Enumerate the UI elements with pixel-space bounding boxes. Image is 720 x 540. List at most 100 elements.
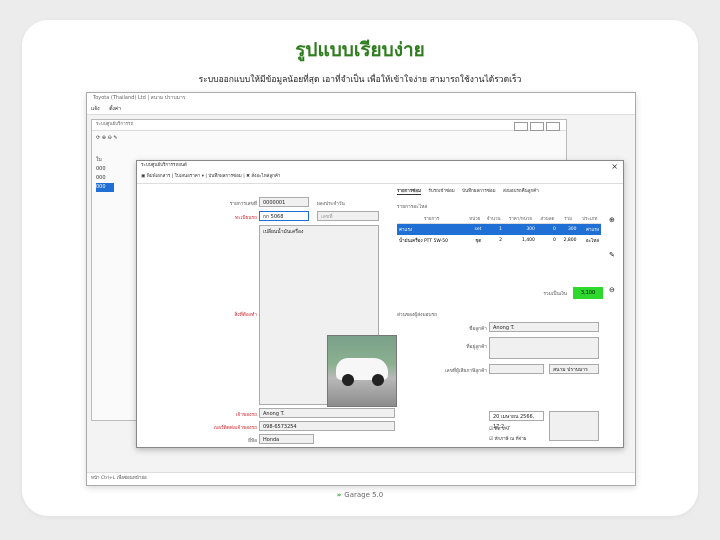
phone-field[interactable]: 098-6573254 xyxy=(259,421,395,431)
tab-delivery[interactable]: ส่งมอบรถคืนลูกค้า xyxy=(503,189,539,194)
car-wheel xyxy=(342,374,354,386)
brand-footer: » Garage 5.0 xyxy=(0,491,720,499)
inner-title: ระบบศูนย์บริการรถ xyxy=(92,120,566,131)
table-cell: ค่าแรง xyxy=(578,223,601,235)
inner-toolbar: ⟳ ⊕ ⊖ ✎ xyxy=(92,131,566,145)
repair-label: สิ่งที่ต้องทำ xyxy=(234,313,257,318)
close-window-button[interactable] xyxy=(546,122,560,131)
dialog-title: ระบบศูนย์บริการรถยนต์ xyxy=(141,163,187,168)
owner-section-label: ส่วนของผู้ส่งมอบรถ xyxy=(397,313,438,318)
plate-field[interactable]: กก 5068 xyxy=(259,211,309,221)
table-cell: อะไหล่ xyxy=(585,239,599,244)
customer-field[interactable]: Anong T. xyxy=(259,408,395,418)
edit-row-icon[interactable]: ✎ xyxy=(609,251,615,259)
minimize-button[interactable] xyxy=(514,122,528,131)
record-result-button[interactable]: บันทึกผลการซ่อม xyxy=(208,174,241,179)
brand-field[interactable]: Honda xyxy=(259,434,314,444)
edit-icon[interactable]: ✎ xyxy=(113,135,117,141)
close-icon[interactable]: × xyxy=(611,162,618,171)
vat-label: คิด VAT xyxy=(494,427,511,432)
withholding-checkbox[interactable]: ☑ หักภาษี ณ ที่จ่าย xyxy=(489,435,526,442)
type-select[interactable]: เลขที่ xyxy=(317,211,379,221)
parts-table: รายการ หน่วย จำนวน ราคา/หน่วย ส่วนลด รวม… xyxy=(397,213,601,246)
page-subtitle: ระบบออกแบบให้มีข้อมูลน้อยที่สุด เอาที่จำ… xyxy=(198,75,522,85)
tax-field[interactable] xyxy=(489,364,544,374)
window-controls xyxy=(512,122,560,133)
total-label: รวมเป็นเงิน xyxy=(543,292,567,297)
note-field[interactable] xyxy=(549,411,599,441)
table-cell: 0 xyxy=(552,238,556,243)
window-title: Toyota (Thailand) Ltd | สนาม ปราบมาร xyxy=(87,93,635,104)
table-cell: ค่าแรง xyxy=(397,223,467,235)
table-cell: ชุด xyxy=(475,239,482,244)
column-header[interactable]: รวม xyxy=(557,213,579,224)
address-field[interactable] xyxy=(489,337,599,359)
phone-label: เบอร์ติดต่อเจ้าของรถ xyxy=(213,426,258,431)
job-no-label: รายการเลขที่ xyxy=(229,202,257,207)
column-header[interactable]: หน่วย xyxy=(466,213,484,224)
list-item[interactable]: 000 xyxy=(96,174,114,183)
job-no-field[interactable]: 0000001 xyxy=(259,197,309,207)
list-item-selected[interactable]: 000 xyxy=(96,183,114,192)
menu-bar: แจ้ง ตั้งค่า xyxy=(87,104,635,115)
menu-item-settings[interactable]: ตั้งค่า xyxy=(109,106,121,112)
brand-name: Garage 5.0 xyxy=(344,491,384,499)
owner-name-label: ชื่อลูกค้า xyxy=(469,327,487,332)
owner-name-field[interactable]: Anong T. xyxy=(489,322,599,332)
tab-result[interactable]: บันทึกผลการซ่อม xyxy=(462,189,495,194)
vat-checkbox[interactable]: ☑ คิด VAT xyxy=(489,425,510,432)
menu-item-report[interactable]: แจ้ง xyxy=(91,106,100,112)
job-dialog: ระบบศูนย์บริการรถยนต์ × ▣ พิมพ์เอกสาร | … xyxy=(136,160,624,448)
remove-row-icon[interactable]: ⊖ xyxy=(609,286,615,294)
add-icon[interactable]: ⊕ xyxy=(102,135,106,141)
list-item[interactable]: 000 xyxy=(96,165,114,174)
table-cell: น้ำมันเครื่อง PTT 5W-50 xyxy=(399,239,448,244)
contact-field[interactable]: สนาม ปราบมาร xyxy=(549,364,599,374)
status-bar: หน้า Ctrl+L เพื่อซ่อนหน้าย่อ xyxy=(87,472,635,485)
dialog-toolbar: ▣ พิมพ์เอกสาร | ใบเสนอราคา ▾ | บันทึกผลก… xyxy=(137,171,623,184)
table-row[interactable]: ค่าแรง set 1 300 0 300 ค่าแรง xyxy=(397,223,601,235)
type-label: ผลงประจำวัน xyxy=(317,202,345,207)
column-header[interactable]: รายการ xyxy=(397,213,467,224)
plate-label: ทะเบียนรถ xyxy=(235,216,257,221)
car-photo xyxy=(327,335,397,407)
refresh-icon[interactable]: ⟳ xyxy=(96,135,100,141)
table-cell: 0 xyxy=(536,223,558,235)
tab-receive[interactable]: รับรถเข้าซ่อม xyxy=(428,189,454,194)
app-screenshot: Toyota (Thailand) Ltd | สนาม ปราบมาร แจ้… xyxy=(86,92,636,486)
table-row[interactable]: น้ำมันเครื่อง PTT 5W-50 ชุด 2 1,400 0 2,… xyxy=(397,235,601,246)
save-icon[interactable]: ▣ xyxy=(141,174,145,179)
table-cell: set xyxy=(466,223,484,235)
table-cell: 300 xyxy=(557,223,579,235)
brand-logo-icon: » xyxy=(336,491,342,499)
order-parts-button[interactable]: สั่งอะไหล่ลูกค้า xyxy=(251,174,280,179)
car-wheel xyxy=(372,374,384,386)
tax-label: เลขที่ผู้เสียภาษีลูกค้า xyxy=(445,369,487,374)
column-header[interactable]: ราคา/หน่วย xyxy=(504,213,537,224)
maximize-button[interactable] xyxy=(530,122,544,131)
total-value: 3,100 xyxy=(573,287,603,299)
withholding-label: หักภาษี ณ ที่จ่าย xyxy=(494,437,527,442)
column-header[interactable]: จำนวน xyxy=(483,213,505,224)
print-button[interactable]: พิมพ์เอกสาร xyxy=(147,174,171,179)
tools-icon[interactable]: ✖ xyxy=(246,174,250,179)
table-cell: 300 xyxy=(504,223,537,235)
tab-repair-list[interactable]: รายการซ่อม xyxy=(397,189,421,195)
table-cell: 1,400 xyxy=(522,238,535,243)
date-select[interactable]: 20 เมษายน 2566, 17:2 xyxy=(489,411,544,430)
quotation-select[interactable]: ใบเสนอราคา xyxy=(175,174,201,179)
brand-label: ยี่ห้อ xyxy=(248,439,257,444)
table-cell: 2,800 xyxy=(563,238,577,243)
table-cell: 2 xyxy=(499,238,503,243)
add-row-icon[interactable]: ⊕ xyxy=(609,216,615,224)
address-label: ที่อยู่ลูกค้า xyxy=(466,345,487,350)
page-title: รูปแบบเรียบง่าย xyxy=(295,39,425,61)
remove-icon[interactable]: ⊖ xyxy=(108,135,112,141)
dialog-tabs: รายการซ่อม รับรถเข้าซ่อม บันทึกผลการซ่อม… xyxy=(397,187,623,197)
customer-label: เจ้าของรถ xyxy=(235,413,257,418)
column-header[interactable]: ส่วนลด xyxy=(536,213,558,224)
table-cell: 1 xyxy=(483,223,505,235)
list-item[interactable]: ใบ xyxy=(96,156,114,165)
parts-caption: รายการอะไหล่ xyxy=(397,205,428,210)
column-header[interactable]: ประเภท xyxy=(578,213,601,224)
